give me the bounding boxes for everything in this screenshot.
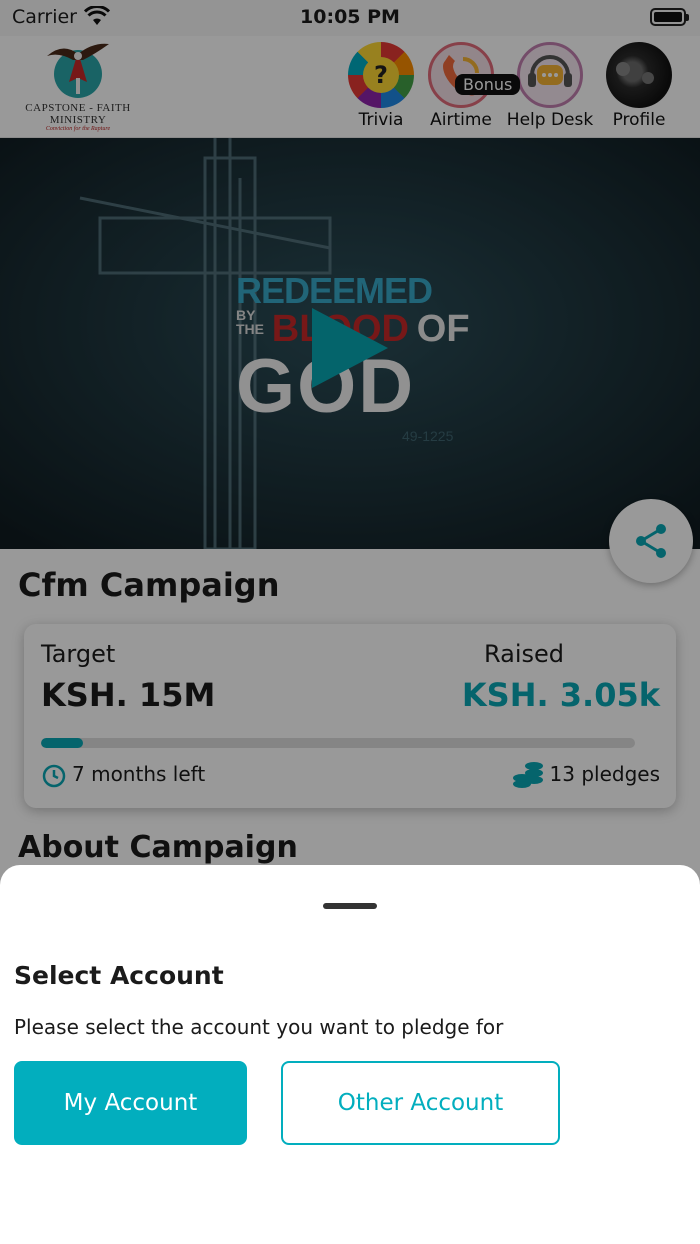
my-account-button[interactable]: My Account: [14, 1061, 247, 1145]
sheet-description: Please select the account you want to pl…: [14, 1015, 504, 1039]
other-account-button[interactable]: Other Account: [281, 1061, 560, 1145]
sheet-title: Select Account: [14, 961, 224, 990]
sheet-drag-handle[interactable]: [323, 903, 377, 909]
select-account-sheet: Select Account Please select the account…: [0, 865, 700, 1244]
